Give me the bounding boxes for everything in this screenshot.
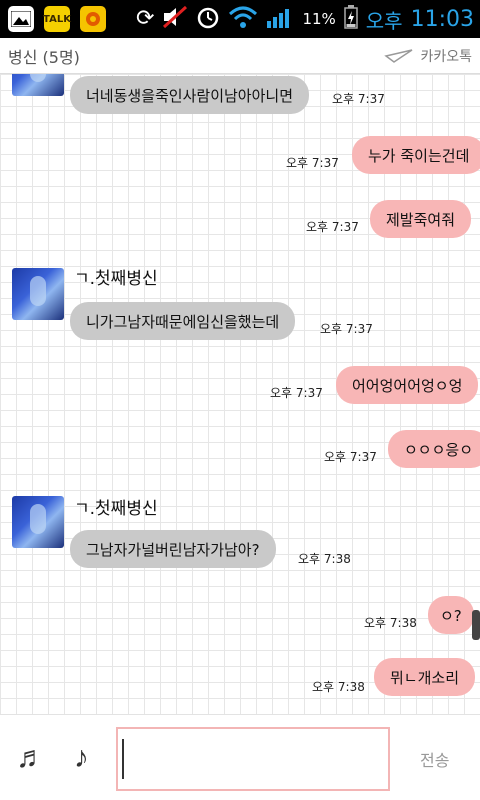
alarm-icon [196,5,220,33]
mute-icon [162,5,188,33]
wifi-icon [228,5,258,33]
gallery-icon [8,6,34,32]
message-bubble-sent[interactable]: 누가 죽이는건데 [352,136,480,174]
message-time: 오후 7:37 [332,92,385,106]
message-time: 오후 7:37 [324,450,377,464]
message-bubble-sent[interactable]: ㅇ? [428,596,474,634]
brand-name: 카카오톡 [420,49,472,65]
status-bar: TALK ⟳ 11% 오후 11:03 [0,0,480,38]
message-bubble-sent[interactable]: 뮈ㄴ개소리 [374,658,476,696]
clock-ampm: 오후 [365,8,403,33]
message-time: 오후 7:38 [364,616,417,630]
chat-header: 병신 (5명) 카카오톡 [0,38,480,74]
text-cursor [122,739,124,779]
signal-icon [266,5,294,33]
notification-icon [80,6,106,32]
sender-name: ㄱ.첫째병신 [74,499,158,519]
sender-name: ㄱ.첫째병신 [74,269,158,289]
message-input[interactable] [116,727,390,791]
message-time: 오후 7:37 [320,322,373,336]
message-bubble-received[interactable]: 너네동생을죽인사람이남아아니면 [70,76,310,114]
battery-percent: 11% [302,10,336,28]
brand-logo: 카카오톡 [384,46,472,66]
sender-avatar[interactable] [12,496,64,548]
message-time: 오후 7:38 [312,680,365,694]
message-input-bar: ♬ ♪ 전송 [0,714,480,800]
message-bubble-sent[interactable]: ㅇㅇㅇ응ㅇ [388,430,480,468]
message-bubble-sent[interactable]: 제발죽여줘 [370,200,472,238]
message-time: 오후 7:37 [306,220,359,234]
message-bubble-received[interactable]: 니가그남자때문에임신을했는데 [70,302,296,340]
kakaotalk-icon: TALK [43,6,71,32]
message-bubble-received[interactable]: 그남자가널버린남자가남아? [70,530,276,568]
sender-avatar[interactable] [12,74,64,96]
message-time: 오후 7:37 [270,386,323,400]
message-time: 오후 7:37 [286,156,339,170]
sender-avatar[interactable] [12,268,64,320]
kakao-logo-icon [384,49,413,63]
send-button[interactable]: 전송 [420,747,449,771]
scroll-indicator[interactable] [472,610,480,640]
sync-icon: ⟳ [136,6,155,31]
chat-room-title: 병신 (5명) [8,48,80,67]
battery-icon [344,5,358,33]
message-bubble-sent[interactable]: 어어엉어어엉ㅇ엉 [336,366,479,404]
music-notes-icon[interactable]: ♬ [16,741,46,775]
chat-message-list[interactable]: 너네동생을죽인사람이남아아니면 오후 7:37 오후 7:37 누가 죽이는건데… [0,74,480,714]
clock-time: 11:03 [410,6,474,32]
music-note-icon[interactable]: ♪ [74,741,89,775]
message-time: 오후 7:38 [298,552,351,566]
